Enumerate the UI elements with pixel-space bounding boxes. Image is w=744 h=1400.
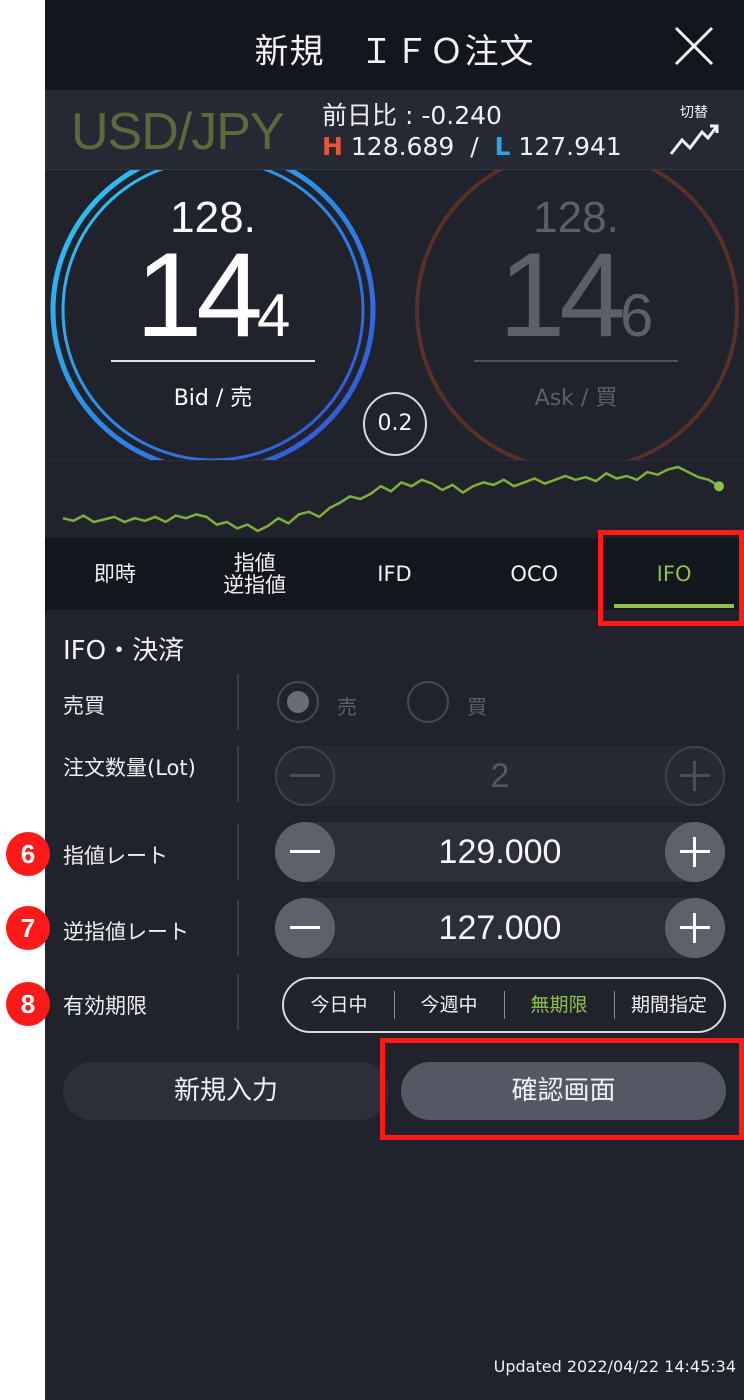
sparkline-chart [45,460,744,538]
side-label: 売買 [63,694,105,718]
limit-rate-label: 指値レート [63,844,168,868]
limit-rate-plus-button[interactable] [665,822,725,882]
low-value: 127.941 [518,132,622,161]
tab-ifo[interactable]: IFO [604,538,744,610]
expiry-indefinite[interactable]: 無期限 [504,979,614,1031]
confirm-screen-button[interactable]: 確認画面 [401,1062,726,1120]
ask-price-sub: 6 [620,282,654,349]
lot-stepper: 2 [275,746,725,806]
expiry-selector: 今日中 今週中 無期限 期間指定 [282,977,726,1033]
high-mark: H [322,132,343,161]
sell-radio-label: 売 [337,695,357,719]
ask-price-button[interactable]: 128. 146 Ask / 買 [466,196,686,412]
limit-rate-stepper: 129.000 [275,822,725,882]
stop-rate-stepper: 127.000 [275,898,725,958]
buy-radio[interactable] [407,681,449,723]
updated-timestamp: Updated 2022/04/22 14:45:34 [493,1357,736,1376]
divider [237,746,239,802]
switch-label: 切替 [680,105,708,121]
limit-rate-minus-button[interactable] [275,822,335,882]
lot-value: 2 [490,757,510,795]
high-value: 128.689 [350,132,455,161]
limit-rate-value[interactable]: 129.000 [335,822,665,882]
switch-chart-button[interactable]: 切替 [666,102,722,162]
step-number-6: 6 [6,832,50,876]
page-title: 新規 ＩＦＯ注文 [254,32,535,72]
spread-badge: 0.2 [363,392,427,456]
sparkline-last-point [714,481,724,492]
lot-label: 注文数量(Lot) [63,756,196,780]
trend-chart-icon [669,124,719,155]
step-number-8: 8 [6,982,50,1026]
ask-price-main: 14 [498,228,627,362]
tab-limit-stop[interactable]: 指値 逆指値 [185,538,325,610]
stop-rate-minus-button[interactable] [275,898,335,958]
low-mark: L [494,132,511,161]
price-panel: 128. 144 Bid / 売 128. 146 Ask / 買 0.2 [45,170,744,460]
stop-rate-value[interactable]: 127.000 [335,898,665,958]
close-icon[interactable] [674,26,714,66]
stop-rate-plus-button[interactable] [665,898,725,958]
day-change: 前日比 : -0.240 [322,101,502,130]
bid-label: Bid / 売 [173,386,253,411]
divider [237,974,239,1030]
divider [237,674,239,730]
bid-price-sub: 4 [257,282,291,349]
section-title: IFO・決済 [63,636,185,666]
lot-plus-button[interactable] [665,746,725,806]
sparkline-line [62,465,720,533]
tab-market[interactable]: 即時 [45,538,185,610]
currency-pair-info: USD/JPY 前日比 : -0.240 H 128.689 / L 127.9… [45,90,744,170]
currency-pair-name: USD/JPY [71,103,285,161]
stop-rate-label: 逆指値レート [63,920,189,944]
sparkline-svg [62,465,724,533]
buy-radio-label: 買 [467,695,487,719]
bid-price-button[interactable]: 128. 144 Bid / 売 [103,196,323,412]
sell-radio[interactable] [277,681,319,723]
divider [237,900,239,956]
expiry-specify-period[interactable]: 期間指定 [614,979,724,1031]
lot-minus-button[interactable] [275,746,335,806]
order-type-tabs: 即時 指値 逆指値 IFD OCO IFO [45,538,744,610]
expiry-today[interactable]: 今日中 [284,979,394,1031]
high-low-line: H 128.689 / L 127.941 [322,132,622,161]
high-low-separator: / [470,132,479,161]
divider [237,824,239,880]
tab-ifd[interactable]: IFD [325,538,465,610]
ask-label: Ask / 買 [534,386,618,411]
step-number-7: 7 [6,906,50,950]
expiry-label: 有効期限 [63,994,147,1018]
header-bar: 新規 ＩＦＯ注文 [45,0,744,90]
new-input-button[interactable]: 新規入力 [63,1062,389,1120]
bid-price-main: 14 [135,228,264,362]
tab-oco[interactable]: OCO [464,538,604,610]
expiry-this-week[interactable]: 今週中 [394,979,504,1031]
order-screen: 新規 ＩＦＯ注文 USD/JPY 前日比 : -0.240 H 128.689 … [45,0,744,1400]
